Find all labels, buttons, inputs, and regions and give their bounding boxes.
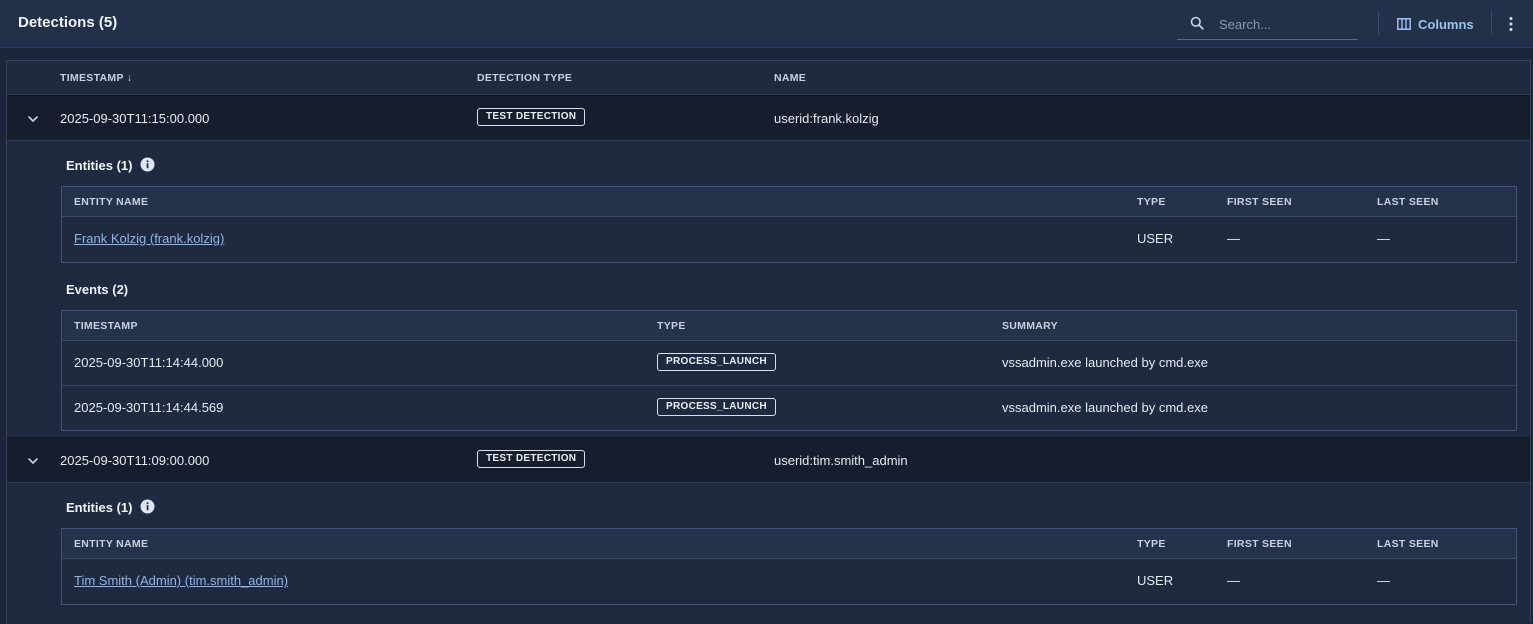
search-icon: [1190, 16, 1204, 30]
detections-table: TIMESTAMP ↓ DETECTION TYPE NAME 2025-09-…: [6, 60, 1531, 624]
detection-type-badge: TEST DETECTION: [477, 450, 586, 468]
entity-row: Frank Kolzig (frank.kolzig) USER — —: [62, 217, 1516, 262]
column-header-first-seen: FIRST SEEN: [1227, 538, 1292, 550]
column-header-summary: SUMMARY: [1002, 320, 1058, 332]
events-section-title: Events (2): [66, 282, 129, 297]
event-summary: vssadmin.exe launched by cmd.exe: [1002, 400, 1208, 415]
detection-timestamp: 2025-09-30T11:15:00.000: [60, 111, 210, 126]
entity-name-link[interactable]: Tim Smith (Admin) (tim.smith_admin): [74, 573, 288, 588]
event-type-badge: PROCESS_LAUNCH: [657, 398, 776, 416]
event-summary: vssadmin.exe launched by cmd.exe: [1002, 355, 1208, 370]
events-table: TIMESTAMP TYPE SUMMARY 2025-09-30T11:14:…: [61, 310, 1517, 431]
column-header-first-seen: FIRST SEEN: [1227, 196, 1292, 208]
entity-name-link[interactable]: Frank Kolzig (frank.kolzig): [74, 231, 224, 246]
events-table-header: TIMESTAMP TYPE SUMMARY: [62, 311, 1516, 341]
detection-row[interactable]: 2025-09-30T11:09:00.000 TEST DETECTION u…: [7, 437, 1530, 483]
more-options-button[interactable]: [1500, 10, 1522, 38]
column-header-event-timestamp: TIMESTAMP: [74, 320, 138, 332]
toolbar-divider: [1378, 11, 1379, 35]
entities-table-header: ENTITY NAME TYPE FIRST SEEN LAST SEEN: [62, 529, 1516, 559]
entities-section-title: Entities (1): [66, 158, 133, 173]
entity-last-seen: —: [1377, 231, 1390, 246]
more-vertical-icon: [1509, 17, 1513, 31]
entity-first-seen: —: [1227, 231, 1240, 246]
info-icon[interactable]: [140, 499, 155, 514]
chevron-down-icon[interactable]: [25, 453, 41, 469]
column-header-entity-name: ENTITY NAME: [74, 538, 149, 550]
info-icon[interactable]: [140, 157, 155, 172]
toolbar-divider: [1491, 11, 1492, 35]
event-timestamp: 2025-09-30T11:14:44.569: [74, 400, 224, 415]
event-timestamp: 2025-09-30T11:14:44.000: [74, 355, 224, 370]
columns-icon: [1397, 18, 1411, 30]
event-row: 2025-09-30T11:14:44.000 PROCESS_LAUNCH v…: [62, 341, 1516, 386]
column-header-entity-name: ENTITY NAME: [74, 196, 149, 208]
entity-type: USER: [1137, 231, 1174, 246]
detection-name: userid:frank.kolzig: [774, 111, 879, 126]
columns-button-label: Columns: [1418, 16, 1474, 32]
search-box[interactable]: [1177, 8, 1358, 40]
event-type-badge: PROCESS_LAUNCH: [657, 353, 776, 371]
column-header-type: TYPE: [1137, 538, 1166, 550]
column-header-event-type: TYPE: [657, 320, 686, 332]
column-header-type: TYPE: [1137, 196, 1166, 208]
column-header-name[interactable]: NAME: [774, 72, 806, 84]
column-header-timestamp[interactable]: TIMESTAMP ↓: [60, 72, 132, 84]
column-header-last-seen: LAST SEEN: [1377, 196, 1439, 208]
entities-table: ENTITY NAME TYPE FIRST SEEN LAST SEEN Ti…: [61, 528, 1517, 605]
search-input[interactable]: [1217, 13, 1353, 35]
entity-row: Tim Smith (Admin) (tim.smith_admin) USER…: [62, 559, 1516, 604]
entity-first-seen: —: [1227, 573, 1240, 588]
entity-type: USER: [1137, 573, 1174, 588]
entity-last-seen: —: [1377, 573, 1390, 588]
columns-button[interactable]: Columns: [1389, 10, 1481, 38]
page-title: Detections (5): [18, 14, 118, 31]
entities-section-title: Entities (1): [66, 500, 133, 515]
entities-table-header: ENTITY NAME TYPE FIRST SEEN LAST SEEN: [62, 187, 1516, 217]
detection-details-panel: Entities (1) ENTITY NAME TYPE FIRST SEEN…: [7, 483, 1530, 624]
detection-type-badge: TEST DETECTION: [477, 108, 586, 126]
detection-details-panel: Entities (1) ENTITY NAME TYPE FIRST SEEN…: [7, 141, 1530, 439]
detection-name: userid:tim.smith_admin: [774, 453, 908, 468]
detection-row[interactable]: 2025-09-30T11:15:00.000 TEST DETECTION u…: [7, 95, 1530, 141]
table-header: TIMESTAMP ↓ DETECTION TYPE NAME: [7, 61, 1530, 95]
column-header-detection-type[interactable]: DETECTION TYPE: [477, 72, 572, 84]
page-header: Detections (5) Columns: [0, 0, 1533, 48]
column-header-last-seen: LAST SEEN: [1377, 538, 1439, 550]
detection-timestamp: 2025-09-30T11:09:00.000: [60, 453, 210, 468]
entities-table: ENTITY NAME TYPE FIRST SEEN LAST SEEN Fr…: [61, 186, 1517, 263]
chevron-down-icon[interactable]: [25, 111, 41, 127]
event-row: 2025-09-30T11:14:44.569 PROCESS_LAUNCH v…: [62, 386, 1516, 431]
